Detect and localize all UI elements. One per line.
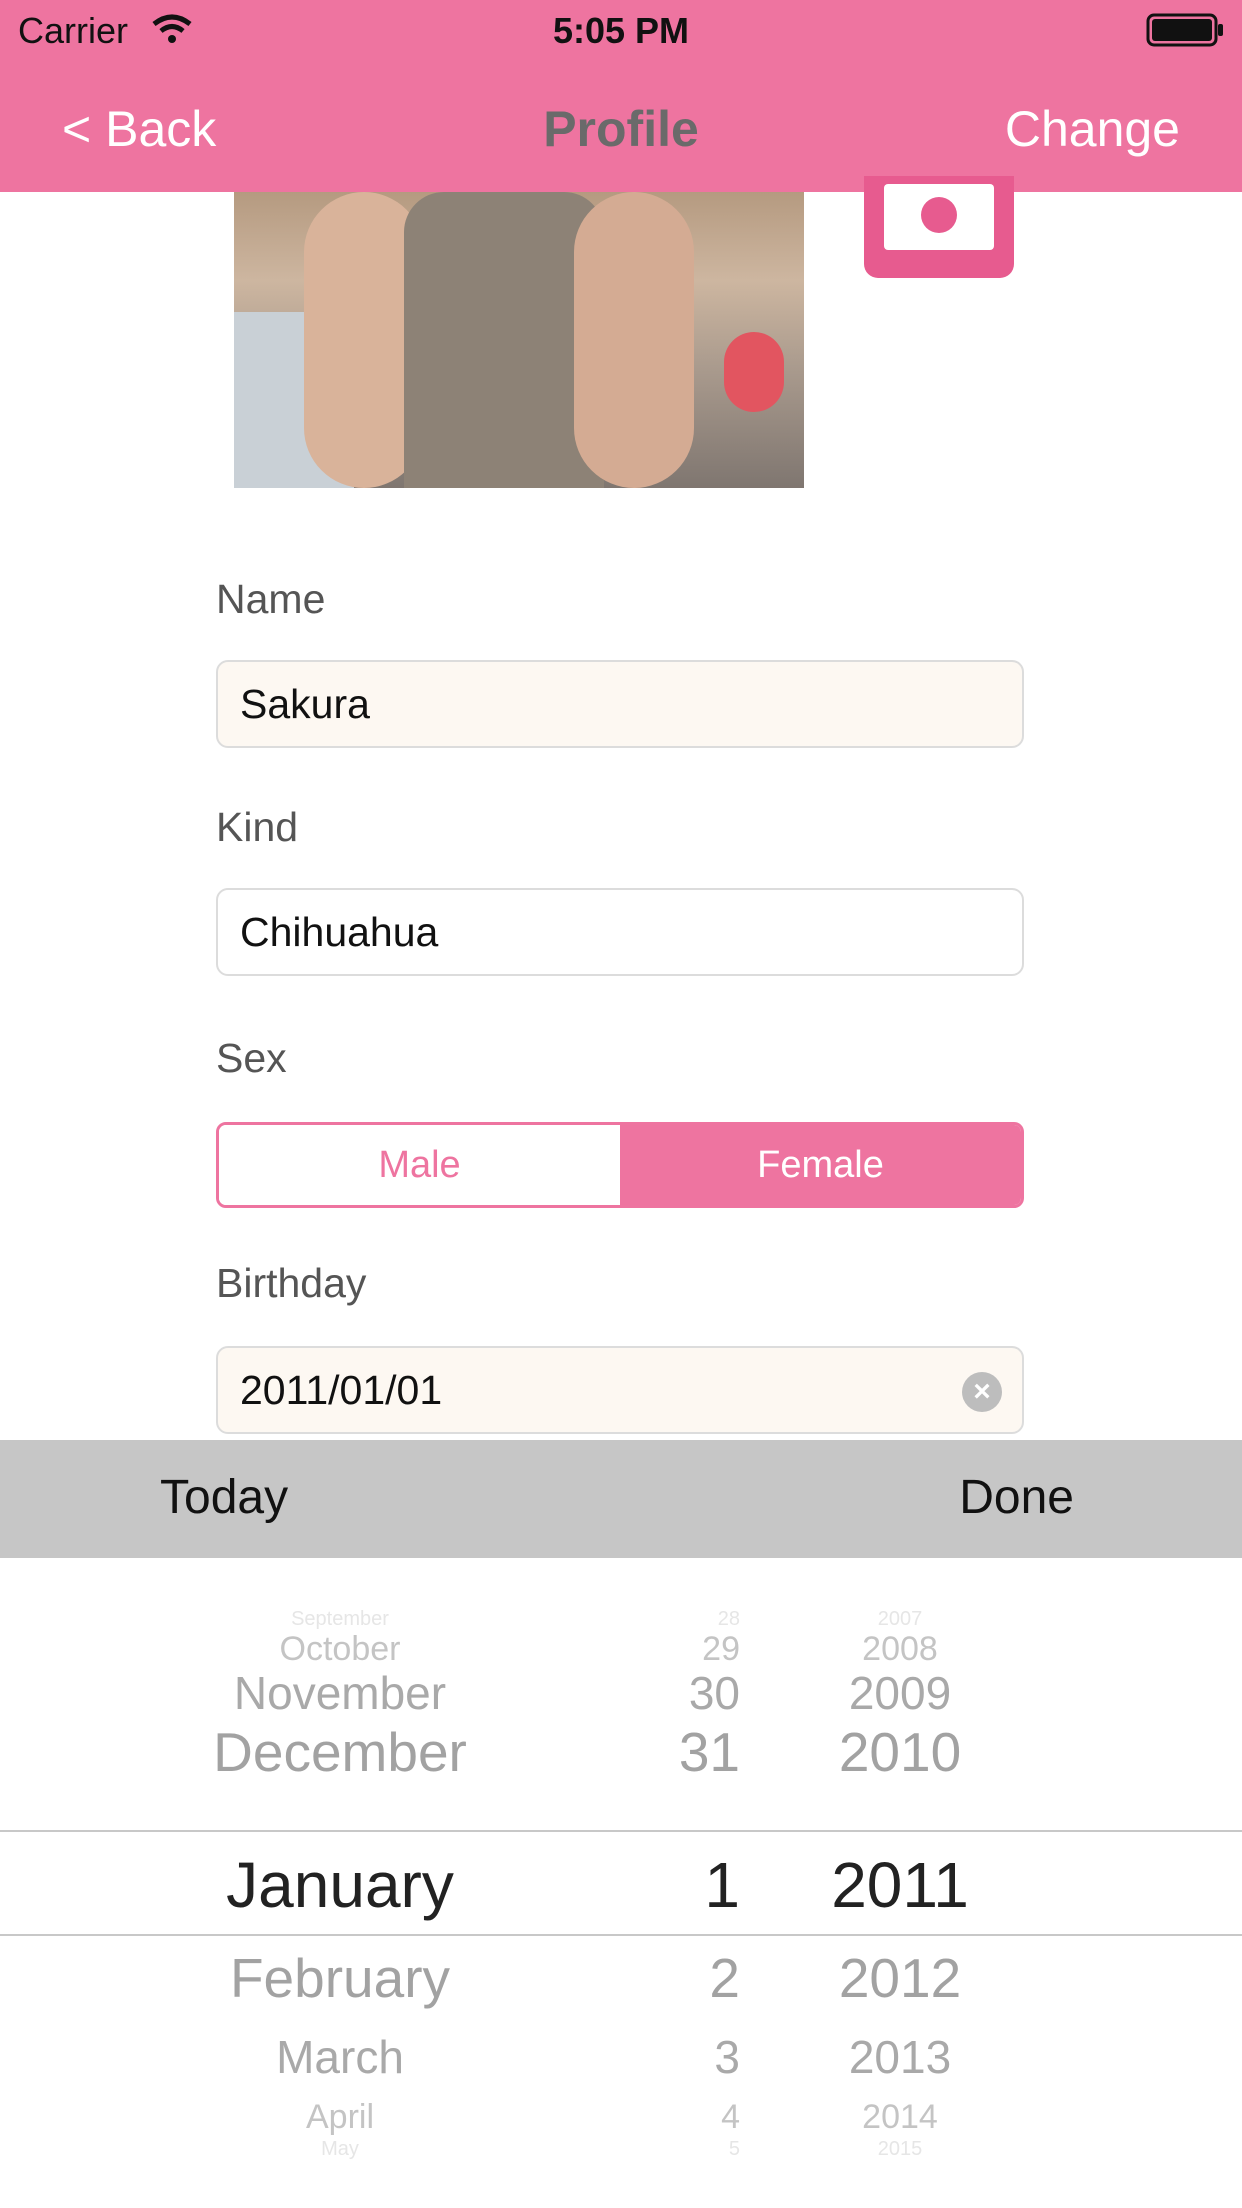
date-toolbar: Today Done — [0, 1440, 1242, 1558]
name-field[interactable]: Sakura — [216, 660, 1024, 748]
picker-year[interactable]: 2015 — [800, 2138, 1000, 2161]
picker-year[interactable]: 2007 — [800, 1608, 1000, 1631]
picker-year[interactable]: 2012 — [800, 1946, 1000, 2010]
today-button[interactable]: Today — [160, 1470, 288, 1525]
battery-icon — [1146, 12, 1226, 53]
picker-year[interactable]: 2010 — [800, 1720, 1000, 1784]
birthday-field[interactable]: 2011/01/01 — [216, 1346, 1024, 1434]
picker-month[interactable]: May — [160, 2138, 520, 2161]
birthday-label: Birthday — [216, 1260, 367, 1306]
status-bar: Carrier 5:05 PM — [0, 0, 1242, 64]
picker-month[interactable]: December — [160, 1720, 520, 1784]
female-segment[interactable]: Female — [620, 1125, 1021, 1205]
male-segment[interactable]: Male — [219, 1125, 620, 1205]
picker-day[interactable]: 2 — [610, 1946, 740, 2010]
camera-button[interactable] — [864, 176, 1014, 278]
nav-bar: < Back Profile Change — [0, 64, 1242, 192]
picker-year-selected[interactable]: 2011 — [800, 1848, 1000, 1922]
clear-icon[interactable]: × — [962, 1372, 1002, 1412]
picker-month[interactable]: September — [160, 1608, 520, 1631]
picker-day[interactable]: 4 — [610, 2098, 740, 2137]
camera-icon — [884, 184, 994, 250]
picker-month[interactable]: February — [160, 1946, 520, 2010]
picker-day-selected[interactable]: 1 — [610, 1848, 740, 1922]
picker-year[interactable]: 2008 — [800, 1630, 1000, 1669]
change-button[interactable]: Change — [1005, 100, 1180, 158]
selection-line-bottom — [0, 1934, 1242, 1936]
sex-label: Sex — [216, 1035, 287, 1081]
name-label: Name — [216, 576, 326, 622]
picker-year[interactable]: 2009 — [800, 1666, 1000, 1720]
status-time: 5:05 PM — [552, 10, 690, 51]
picker-day[interactable]: 31 — [610, 1720, 740, 1784]
done-button[interactable]: Done — [959, 1470, 1074, 1525]
picker-month[interactable]: October — [160, 1630, 520, 1669]
picker-year[interactable]: 2013 — [800, 2030, 1000, 2084]
picker-month-selected[interactable]: January — [160, 1848, 520, 1922]
date-picker[interactable]: September October November December Janu… — [0, 1558, 1242, 2208]
kind-field[interactable]: Chihuahua — [216, 888, 1024, 976]
picker-day[interactable]: 30 — [610, 1666, 740, 1720]
picker-month[interactable]: April — [160, 2098, 520, 2137]
picker-day[interactable]: 28 — [610, 1608, 740, 1631]
picker-day[interactable]: 3 — [610, 2030, 740, 2084]
picker-year[interactable]: 2014 — [800, 2098, 1000, 2137]
picker-month[interactable]: March — [160, 2030, 520, 2084]
selection-line-top — [0, 1830, 1242, 1832]
kind-label: Kind — [216, 804, 299, 850]
picker-month[interactable]: November — [160, 1666, 520, 1720]
profile-photo — [234, 192, 804, 488]
picker-day[interactable]: 5 — [610, 2138, 740, 2161]
sex-segmented-control[interactable]: Male Female — [216, 1122, 1024, 1208]
picker-day[interactable]: 29 — [610, 1630, 740, 1669]
